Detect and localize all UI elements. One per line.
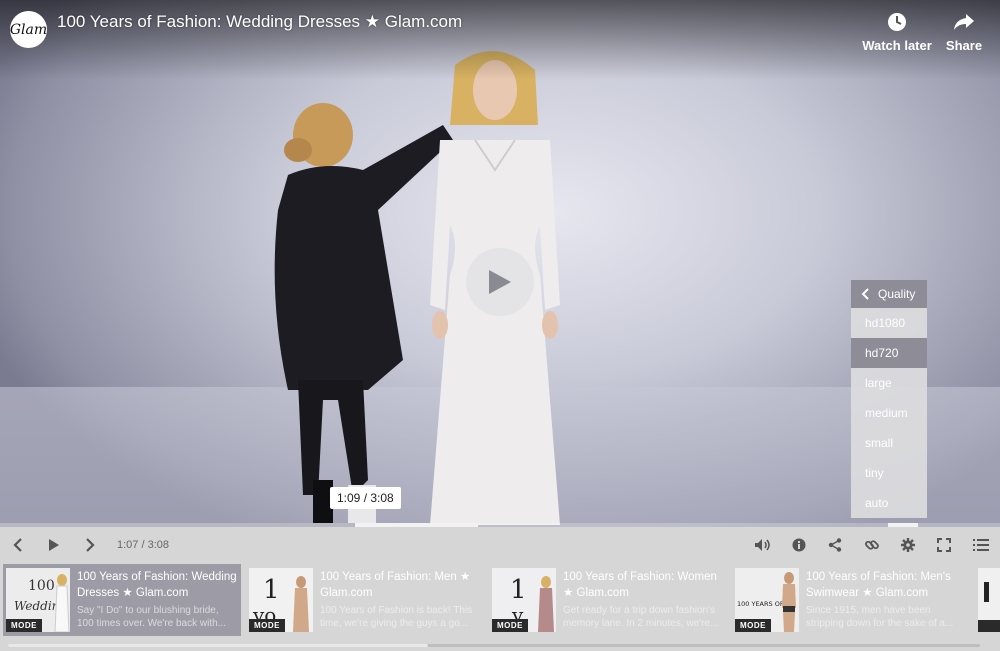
watch-later-label: Watch later <box>862 38 932 53</box>
fullscreen-icon <box>937 538 951 552</box>
playlist-thumbnail: 1 yo MODE <box>249 568 313 632</box>
volume-icon <box>755 539 770 551</box>
play-button[interactable] <box>466 248 534 316</box>
partial-thumbnail-image <box>978 568 1000 632</box>
share-button[interactable]: Share <box>944 12 984 53</box>
mode-badge: MODE <box>735 619 771 632</box>
playlist-item[interactable]: 100 Wedding MODE 100 Years of Fashion: W… <box>3 564 241 636</box>
playlist-item-description: Get ready for a trip down fashion's memo… <box>563 605 719 629</box>
quality-menu: Quality hd1080 hd720 large medium small … <box>851 280 927 518</box>
playlist-item-title: 100 Years of Fashion: Women ★ Glam.com <box>563 571 717 599</box>
fullscreen-button[interactable] <box>934 535 954 555</box>
playlist-thumbnail: 1 y MODE <box>492 568 556 632</box>
playlist-thumbnail <box>978 568 1000 632</box>
playlist-item-description: Say "I Do" to our blushing bride, 100 ti… <box>77 605 227 629</box>
quality-option-small[interactable]: small <box>851 428 927 458</box>
volume-button[interactable] <box>753 535 773 555</box>
chevron-left-icon <box>861 288 869 300</box>
quality-option-large[interactable]: large <box>851 368 927 398</box>
chevron-left-icon <box>13 538 22 552</box>
thumbnail-text: 100 YEARS OF <box>737 600 784 608</box>
time-display: 1:07 / 3:08 <box>117 539 169 551</box>
video-title[interactable]: 100 Years of Fashion: Wedding Dresses ★ … <box>57 12 462 32</box>
list-icon <box>973 539 989 551</box>
link-button[interactable] <box>862 535 882 555</box>
video-player[interactable]: Glam 100 Years of Fashion: Wedding Dress… <box>0 0 1000 527</box>
playlist-scrollbar[interactable] <box>0 641 1000 651</box>
share-control-button[interactable] <box>825 535 845 555</box>
playlist: 100 Wedding MODE 100 Years of Fashion: W… <box>0 563 1000 641</box>
playlist-item[interactable]: 100 YEARS OF MODE 100 Years of Fashion: … <box>732 564 970 636</box>
playlist-item-title: 100 Years of Fashion: Men ★ Glam.com <box>320 571 471 599</box>
mode-badge: MODE <box>6 619 42 632</box>
chevron-right-icon <box>86 538 95 552</box>
channel-logo[interactable]: Glam <box>10 11 47 48</box>
link-icon <box>865 540 879 550</box>
quality-option-medium[interactable]: medium <box>851 398 927 428</box>
share-arrow-icon <box>954 14 974 30</box>
playlist-item-partial[interactable] <box>975 564 1000 636</box>
playlist-item-title: 100 Years of Fashion: Wedding Dresses ★ … <box>77 571 237 599</box>
playlist-button[interactable] <box>971 535 991 555</box>
thumbnail-text: 1 <box>263 575 280 605</box>
info-icon <box>792 538 806 552</box>
clock-icon <box>888 13 906 31</box>
thumbnail-text: 100 <box>28 578 55 594</box>
quality-option-hd1080[interactable]: hd1080 <box>851 308 927 338</box>
playlist-item-description: Since 1915, men have been stripping down… <box>806 605 954 629</box>
thumbnail-text: 1 <box>510 575 527 605</box>
seek-time-tooltip: 1:09 / 3:08 <box>330 487 401 509</box>
play-pause-button[interactable] <box>44 535 64 555</box>
channel-logo-text: Glam <box>9 21 48 38</box>
quality-option-hd720[interactable]: hd720 <box>851 338 927 368</box>
gear-icon <box>901 538 915 552</box>
play-icon <box>49 539 59 551</box>
next-button[interactable] <box>80 535 100 555</box>
quality-header-label: Quality <box>878 287 916 301</box>
share-label: Share <box>945 38 983 53</box>
mode-badge: MODE <box>249 619 285 632</box>
share-icon <box>828 538 842 552</box>
previous-button[interactable] <box>8 535 28 555</box>
play-icon <box>489 270 511 294</box>
playlist-thumbnail: 100 Wedding MODE <box>6 568 70 632</box>
playlist-thumbnail: 100 YEARS OF MODE <box>735 568 799 632</box>
playlist-item-title: 100 Years of Fashion: Men's Swimwear ★ G… <box>806 571 951 599</box>
quality-option-tiny[interactable]: tiny <box>851 458 927 488</box>
watch-later-button[interactable]: Watch later <box>862 12 932 53</box>
scrollbar-thumb[interactable] <box>8 644 428 647</box>
mode-badge: MODE <box>492 619 528 632</box>
playlist-item[interactable]: 1 y MODE 100 Years of Fashion: Women ★ G… <box>489 564 727 636</box>
quality-back-button[interactable]: Quality <box>851 280 927 308</box>
controls-bar: 1:07 / 3:08 <box>0 527 1000 563</box>
quality-option-auto[interactable]: auto <box>851 488 927 518</box>
settings-button[interactable] <box>898 535 918 555</box>
playlist-item[interactable]: 1 yo MODE 100 Years of Fashion: Men ★ Gl… <box>246 564 484 636</box>
info-button[interactable] <box>789 535 809 555</box>
playlist-item-description: 100 Years of Fashion is back! This time,… <box>320 605 473 629</box>
